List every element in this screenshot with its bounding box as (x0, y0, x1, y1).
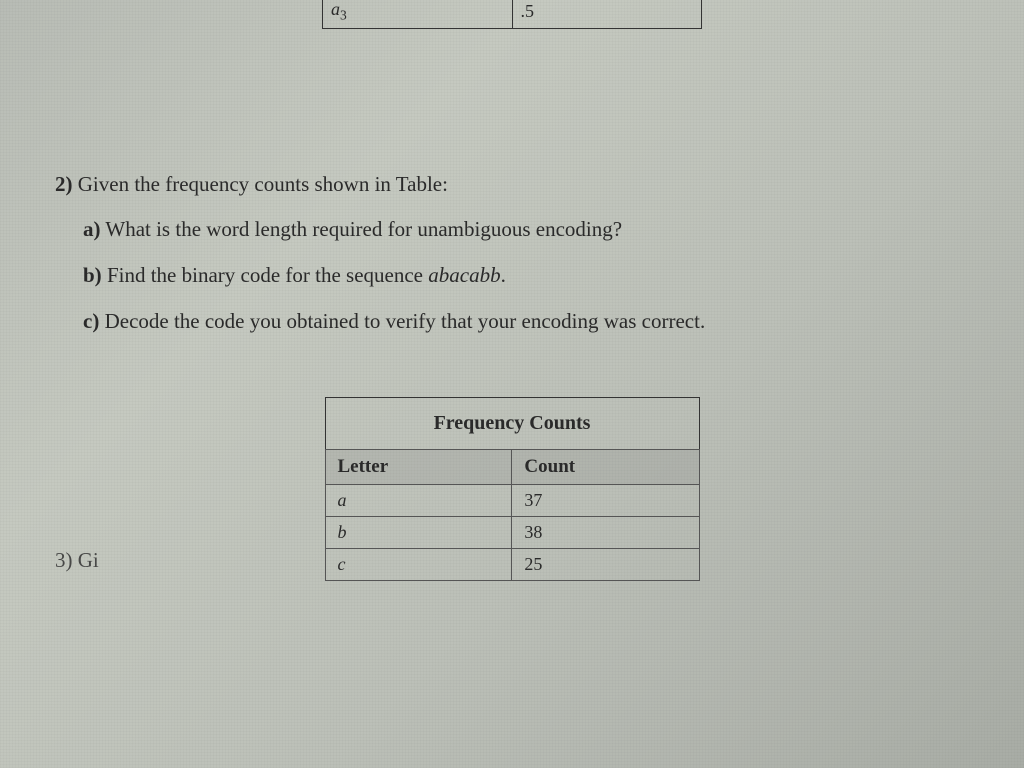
part-b-text-after: . (501, 263, 506, 287)
col-header-letter: Letter (325, 450, 512, 485)
cell-count: 37 (512, 485, 699, 517)
part-b: b) Find the binary code for the sequence… (83, 256, 969, 296)
part-b-text-before: Find the binary code for the sequence (107, 263, 428, 287)
prev-table-value-cell: .5 (512, 0, 702, 28)
prev-table-label-cell: a3 (323, 0, 513, 28)
part-c-text: Decode the code you obtained to verify t… (105, 309, 706, 333)
next-question-fragment: 3) Gi (55, 548, 99, 573)
part-a-label: a) (83, 217, 101, 241)
symbol-subscript: 3 (340, 8, 347, 23)
cell-letter: a (325, 485, 512, 517)
cell-count: 25 (512, 549, 699, 581)
table-row: a 37 (325, 485, 699, 517)
table-row: b 38 (325, 517, 699, 549)
cell-letter: b (325, 517, 512, 549)
part-b-sequence: abacabb (428, 263, 500, 287)
symbol-a: a (331, 0, 340, 19)
question-stem: 2) Given the frequency counts shown in T… (55, 165, 969, 205)
cell-letter: c (325, 549, 512, 581)
cell-count: 38 (512, 517, 699, 549)
table-title: Frequency Counts (325, 398, 699, 450)
question-number: 2) (55, 172, 73, 196)
question-stem-text: Given the frequency counts shown in Tabl… (78, 172, 448, 196)
part-c: c) Decode the code you obtained to verif… (83, 302, 969, 342)
previous-table-fragment: a3 .5 (322, 0, 702, 29)
question-2: 2) Given the frequency counts shown in T… (55, 165, 969, 343)
part-a-text: What is the word length required for una… (105, 217, 622, 241)
table-row: a3 .5 (323, 0, 702, 28)
part-c-label: c) (83, 309, 99, 333)
part-a: a) What is the word length required for … (83, 210, 969, 250)
table-row: c 25 (325, 549, 699, 581)
col-header-count: Count (512, 450, 699, 485)
table-title-row: Frequency Counts (325, 398, 699, 450)
part-b-label: b) (83, 263, 102, 287)
table-header-row: Letter Count (325, 450, 699, 485)
frequency-counts-table: Frequency Counts Letter Count a 37 b 38 … (325, 397, 700, 581)
frequency-table-container: Frequency Counts Letter Count a 37 b 38 … (325, 397, 700, 581)
